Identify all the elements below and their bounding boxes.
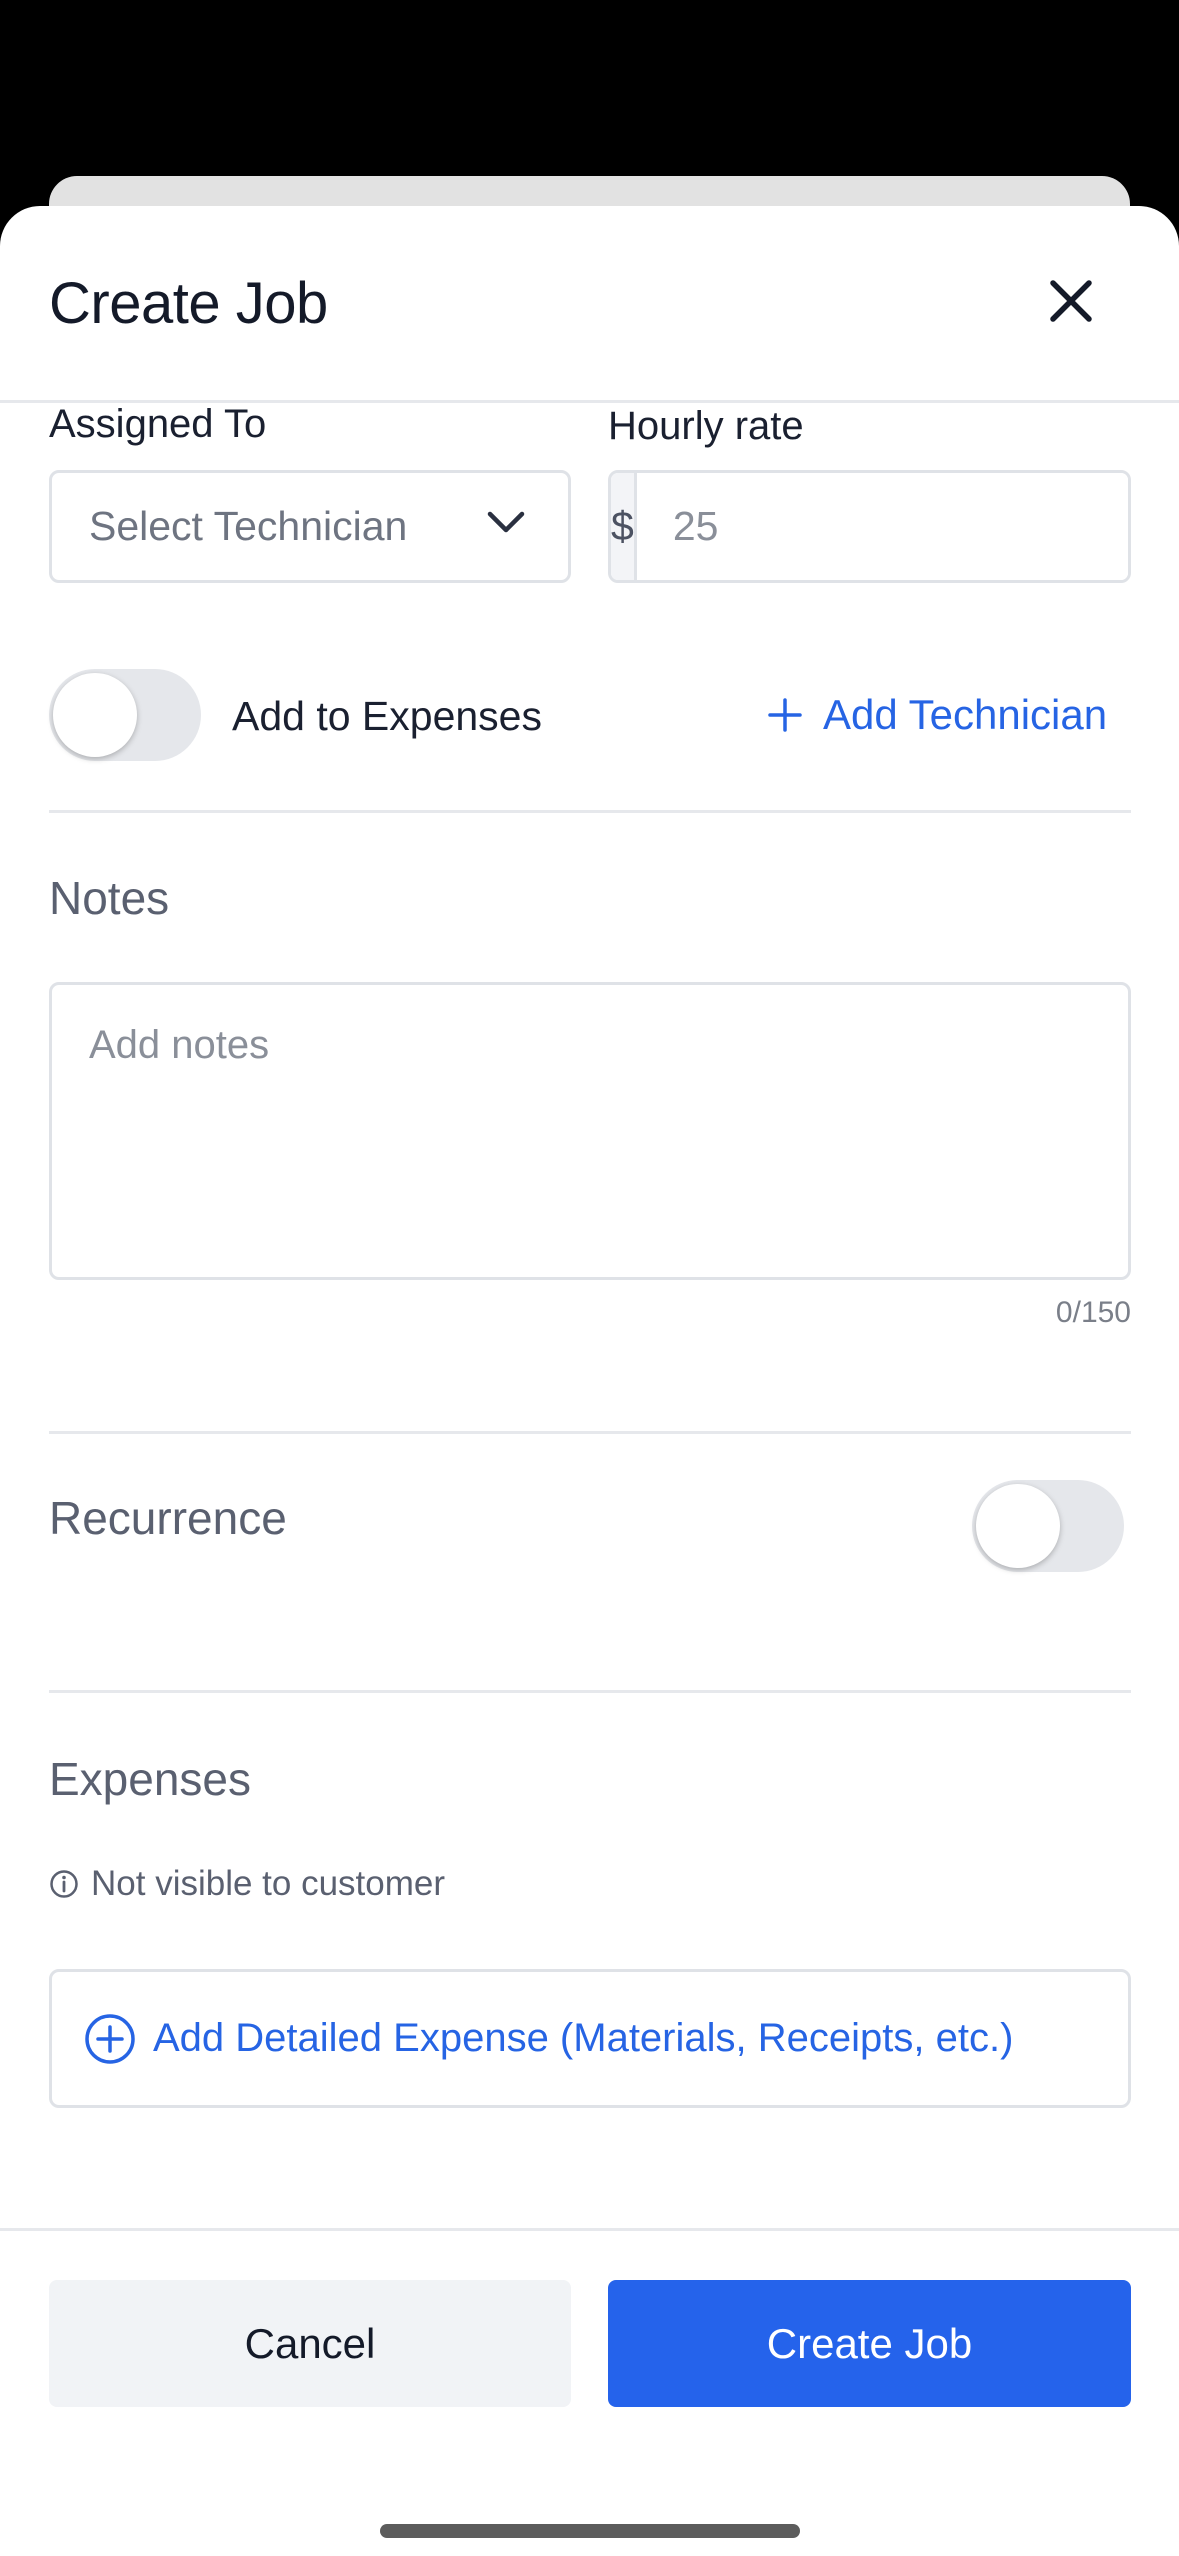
- assigned-to-label: Assigned To: [49, 402, 267, 446]
- expenses-title: Expenses: [49, 1753, 252, 1805]
- screen: Create Job Assigned To Select Technician…: [0, 0, 1179, 2556]
- toggle-knob: [976, 1484, 1060, 1568]
- create-job-button[interactable]: Create Job: [608, 2280, 1131, 2407]
- add-to-expenses-label: Add to Expenses: [232, 693, 542, 739]
- close-button[interactable]: [1036, 266, 1106, 336]
- notes-textarea[interactable]: [49, 982, 1131, 1280]
- hourly-rate-input[interactable]: [636, 473, 1128, 580]
- home-indicator: [380, 2524, 800, 2538]
- page-title: Create Job: [49, 271, 328, 336]
- add-detailed-expense-label: Add Detailed Expense (Materials, Receipt…: [153, 2016, 1014, 2060]
- visibility-note: Not visible to customer: [49, 1864, 445, 1904]
- visibility-note-text: Not visible to customer: [91, 1864, 446, 1903]
- info-icon: [50, 1870, 78, 1898]
- toggle-knob: [53, 673, 137, 757]
- plus-icon: [768, 698, 802, 732]
- add-technician-button[interactable]: Add Technician: [767, 691, 1107, 739]
- add-to-expenses-toggle[interactable]: [49, 669, 201, 761]
- create-job-sheet: Create Job Assigned To Select Technician…: [0, 206, 1179, 2556]
- close-icon: [1050, 280, 1092, 322]
- recurrence-title: Recurrence: [49, 1492, 287, 1544]
- hourly-rate-label: Hourly rate: [608, 404, 804, 448]
- chevron-down-icon: [487, 511, 525, 533]
- recurrence-toggle[interactable]: [972, 1480, 1124, 1572]
- technician-select[interactable]: Select Technician: [49, 470, 571, 583]
- add-detailed-expense-button[interactable]: Add Detailed Expense (Materials, Receipt…: [49, 1969, 1131, 2108]
- technician-select-placeholder: Select Technician: [89, 503, 408, 549]
- cancel-button[interactable]: Cancel: [49, 2280, 571, 2407]
- notes-title: Notes: [49, 872, 170, 924]
- hourly-rate-field: $: [608, 470, 1131, 583]
- plus-circle-icon: [85, 2013, 135, 2064]
- add-technician-label: Add Technician: [823, 691, 1108, 738]
- section-divider: [49, 1431, 1131, 1434]
- section-divider: [49, 810, 1131, 813]
- currency-prefix: $: [611, 473, 637, 580]
- notes-char-counter: 0/150: [1055, 1296, 1131, 1329]
- section-divider: [49, 1690, 1131, 1693]
- footer-divider: [0, 2228, 1179, 2231]
